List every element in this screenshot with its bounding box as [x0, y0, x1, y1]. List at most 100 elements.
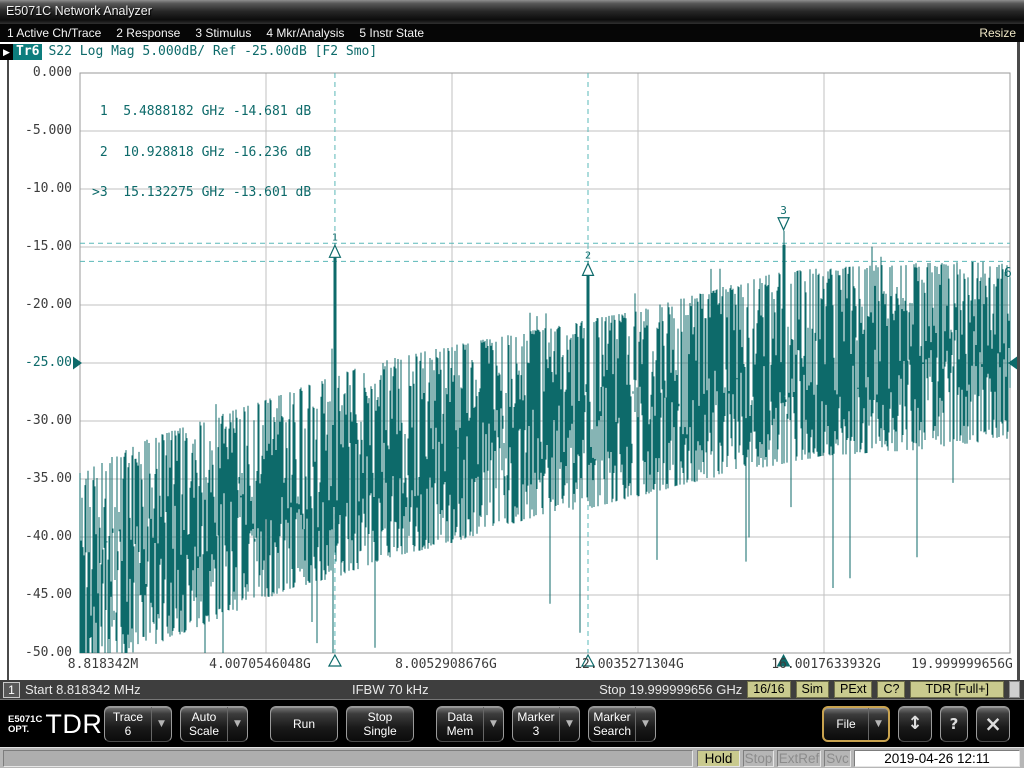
data-mem-button[interactable]: Data Mem ▼: [436, 706, 504, 742]
softkey-bar: E5071C OPT. TDR Trace 6 ▼ Auto Scale ▼ R…: [0, 699, 1024, 747]
svc-indicator: Svc: [824, 750, 851, 767]
y-tick-label: 0.000: [0, 65, 72, 81]
y-tick-label: -15.00: [0, 239, 72, 255]
run-button-label: Run: [293, 717, 315, 731]
close-icon: ×: [977, 707, 1009, 741]
file-button[interactable]: File ▼: [822, 706, 890, 742]
marker-row: >3 15.132275 GHz -13.601 dB: [92, 186, 311, 200]
ifbw-label: IFBW 70 kHz: [352, 682, 429, 697]
dropdown-arrow-icon[interactable]: ▼: [483, 707, 503, 741]
y-tick-label: -35.00: [0, 471, 72, 487]
data-mem-label-1: Data: [447, 710, 472, 724]
marker-spikes: [334, 231, 785, 527]
logo-model: E5071C: [8, 715, 42, 725]
dropdown-arrow-icon[interactable]: ▼: [559, 707, 579, 741]
instrument-screen: E5071C Network Analyzer 1 Active Ch/Trac…: [0, 0, 1024, 768]
y-tick-label: -10.00: [0, 181, 72, 197]
menu-active-ch-trace[interactable]: 1 Active Ch/Trace: [7, 26, 101, 40]
logo-tdr: TDR: [45, 711, 102, 738]
datetime-display: 2019-04-26 12:11: [854, 750, 1020, 767]
trace-status-line: ▶ Tr6 S22 Log Mag 5.000dB/ Ref -25.00dB …: [0, 44, 377, 60]
marker-axis-triangle[interactable]: [329, 655, 341, 666]
display-area: 1236 ▶ Tr6 S22 Log Mag 5.000dB/ Ref -25.…: [0, 42, 1024, 680]
marker-triangle[interactable]: [329, 245, 340, 257]
marker-search-label-1: Marker: [593, 710, 630, 724]
active-marker-triangle[interactable]: [778, 218, 789, 230]
marker-row: 1 5.4888182 GHz -14.681 dB: [92, 105, 311, 119]
pext-badge: PExt: [834, 681, 872, 698]
channel-status-bar: 1 Start 8.818342 MHz IFBW 70 kHz Stop 19…: [0, 680, 1024, 699]
menu-resize[interactable]: Resize: [979, 26, 1016, 40]
x-tick-label: 8.0052908676G: [395, 658, 497, 672]
dropdown-arrow-icon[interactable]: ▼: [868, 708, 888, 740]
tdr-badge: TDR [Full+]: [910, 681, 1004, 698]
auto-scale-label-1: Auto: [192, 710, 217, 724]
instrument-logo: E5071C OPT. TDR: [8, 711, 102, 738]
help-button[interactable]: ?: [940, 706, 968, 742]
help-icon: ?: [941, 707, 967, 741]
menu-mkr-analysis[interactable]: 4 Mkr/Analysis: [266, 26, 344, 40]
scroll-updown-button[interactable]: ↕: [898, 706, 932, 742]
dropdown-arrow-icon[interactable]: ▼: [635, 707, 655, 741]
y-tick-label: -45.00: [0, 587, 72, 603]
cal-badge: C?: [877, 681, 905, 698]
run-button[interactable]: Run: [270, 706, 338, 742]
window-titlebar: E5071C Network Analyzer: [0, 0, 1024, 24]
menu-stimulus[interactable]: 3 Stimulus: [195, 26, 251, 40]
stop-single-label-2: Single: [363, 724, 396, 738]
dropdown-arrow-icon[interactable]: ▼: [227, 707, 247, 741]
marker-button-label: Marker: [517, 710, 554, 724]
marker-search-label-2: Search: [593, 724, 631, 738]
close-button[interactable]: ×: [976, 706, 1010, 742]
marker-triangle[interactable]: [583, 263, 594, 275]
stop-single-button[interactable]: Stop Single: [346, 706, 414, 742]
y-tick-label: -50.00: [0, 645, 72, 661]
reference-level-arrow-left: [73, 357, 82, 370]
marker-number-label: 1: [332, 232, 338, 243]
trace-path: [80, 247, 1010, 653]
marker-row: 2 10.928818 GHz -16.236 dB: [92, 146, 311, 160]
marker-symbols[interactable]: 123: [329, 204, 790, 666]
trace-label-chip[interactable]: Tr6: [13, 44, 42, 60]
x-tick-label-stop: 19.999999656G: [911, 658, 1013, 672]
system-status-bar: Hold Stop ExtRef Svc 2019-04-26 12:11: [0, 747, 1024, 768]
auto-scale-button[interactable]: Auto Scale ▼: [180, 706, 248, 742]
x-tick-label: 16.0017633932G: [771, 658, 881, 672]
stop-single-label-1: Stop: [368, 710, 393, 724]
y-tick-label: -5.000: [0, 123, 72, 139]
reference-level-arrow-right: [1008, 357, 1017, 370]
logo-opt: OPT.: [8, 725, 42, 735]
menu-response[interactable]: 2 Response: [116, 26, 180, 40]
menu-bar: 1 Active Ch/Trace 2 Response 3 Stimulus …: [0, 24, 1024, 42]
updown-arrow-icon: ↕: [899, 707, 931, 741]
marker-number-label: 2: [585, 250, 591, 261]
channel-number-badge: 1: [3, 682, 20, 698]
extref-indicator: ExtRef: [777, 750, 821, 767]
file-button-label: File: [836, 717, 855, 731]
x-tick-label: 12.0035271304G: [574, 658, 684, 672]
auto-scale-label-2: Scale: [189, 724, 219, 738]
marker-search-button[interactable]: Marker Search ▼: [588, 706, 656, 742]
marker-readout-table: 1 5.4888182 GHz -14.681 dB 2 10.928818 G…: [92, 78, 311, 227]
x-tick-label: 4.0070546048G: [209, 658, 311, 672]
sim-badge: Sim: [796, 681, 830, 698]
right-edge-border: [1017, 42, 1020, 680]
y-tick-label: -30.00: [0, 413, 72, 429]
points-badge: 16/16: [747, 681, 790, 698]
trace-settings-text: S22 Log Mag 5.000dB/ Ref -25.00dB [F2 Sm…: [48, 44, 377, 60]
data-mem-label-2: Mem: [447, 724, 474, 738]
dropdown-arrow-icon[interactable]: ▼: [151, 707, 171, 741]
trace-button[interactable]: Trace 6 ▼: [104, 706, 172, 742]
hold-indicator: Hold: [697, 750, 740, 767]
start-frequency-label: Start 8.818342 MHz: [25, 682, 141, 697]
menu-instr-state[interactable]: 5 Instr State: [359, 26, 424, 40]
y-tick-label: -40.00: [0, 529, 72, 545]
trace-number-label: 6: [1004, 266, 1012, 281]
marker-button[interactable]: Marker 3 ▼: [512, 706, 580, 742]
corner-grip: [1009, 681, 1020, 698]
window-title: E5071C Network Analyzer: [6, 4, 152, 18]
trace-button-label: Trace: [113, 710, 143, 724]
stop-frequency-label: Stop 19.999999656 GHz: [599, 682, 742, 697]
stop-indicator: Stop: [743, 750, 774, 767]
x-tick-label-start: 8.818342M: [68, 658, 138, 672]
